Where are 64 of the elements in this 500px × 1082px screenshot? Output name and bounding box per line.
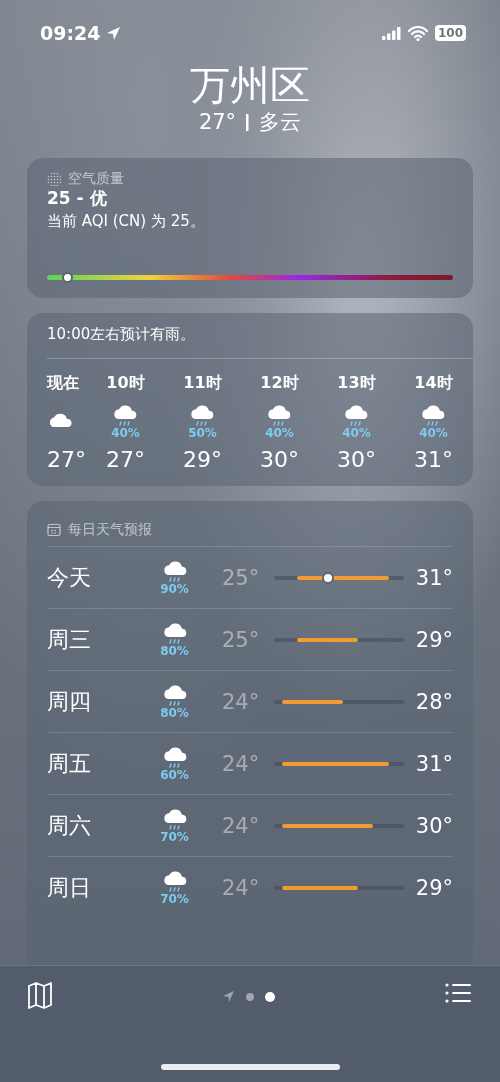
low-temperature: 25° <box>222 627 261 652</box>
page-dot[interactable] <box>246 992 254 1001</box>
page-dot[interactable] <box>265 991 275 1002</box>
high-temperature: 29° <box>415 627 453 652</box>
hour-temperature: 31° <box>414 447 453 472</box>
hour-temperature: 27° <box>47 447 86 472</box>
aqi-value: 25 - 优 <box>47 188 108 208</box>
map-icon[interactable] <box>28 982 52 1009</box>
day-label: 周日 <box>47 873 92 902</box>
hour-temperature: 30° <box>260 447 299 472</box>
card-title: 每日天气预报 <box>68 520 152 539</box>
high-temperature: 31° <box>415 565 453 590</box>
signal-icon <box>381 26 401 40</box>
precipitation-chance: 70% <box>160 830 189 844</box>
temperature-range-bar <box>281 699 343 704</box>
hour-label: 10时 <box>106 373 145 394</box>
day-label: 今天 <box>47 563 92 592</box>
separator-icon <box>246 113 250 131</box>
low-temperature: 24° <box>222 813 261 838</box>
status-time: 09:24 <box>40 22 101 44</box>
precipitation-chance: 40% <box>265 425 294 440</box>
hour-label: 14时 <box>414 373 453 394</box>
location-arrow-icon[interactable] <box>222 990 235 1003</box>
day-label: 周四 <box>47 687 92 716</box>
precipitation-chance: 50% <box>188 425 217 440</box>
precipitation-chance: 40% <box>419 425 448 440</box>
hour-temperature: 29° <box>183 447 222 472</box>
high-temperature: 28° <box>415 689 453 714</box>
precipitation-chance: 80% <box>160 644 189 658</box>
current-temperature: 27° <box>198 110 237 134</box>
precipitation-chance: 40% <box>342 425 371 440</box>
low-temperature: 25° <box>222 565 261 590</box>
dotted-circle-icon <box>47 172 61 186</box>
day-label: 周六 <box>47 811 92 840</box>
high-temperature: 30° <box>415 813 453 838</box>
day-label: 周三 <box>47 625 92 654</box>
card-title: 空气质量 <box>68 170 124 188</box>
hour-label: 11时 <box>183 373 222 394</box>
list-icon[interactable] <box>445 982 472 1004</box>
low-temperature: 24° <box>222 751 261 776</box>
hour-label: 12时 <box>260 373 299 394</box>
precipitation-chance: 90% <box>160 582 189 596</box>
forecast-summary: 10:00左右预计有雨。 <box>47 325 473 359</box>
hour-temperature: 30° <box>337 447 376 472</box>
hour-label: 13时 <box>337 373 376 394</box>
aqi-description: 当前 AQI (CN) 为 25。 <box>47 212 206 231</box>
precipitation-chance: 70% <box>160 892 189 906</box>
hour-temperature: 27° <box>106 447 145 472</box>
low-temperature: 24° <box>222 689 261 714</box>
wifi-icon <box>407 25 428 41</box>
hour-label: 现在 <box>47 373 79 394</box>
precipitation-chance: 80% <box>160 706 189 720</box>
city-name: 万州区 <box>190 62 310 108</box>
low-temperature: 24° <box>222 875 261 900</box>
day-label: 周五 <box>47 749 92 778</box>
precipitation-chance: 40% <box>111 425 140 440</box>
weather-condition: 多云 <box>259 109 302 136</box>
precipitation-chance: 60% <box>160 768 189 782</box>
location-arrow-icon <box>106 25 122 41</box>
battery-indicator: 100 <box>434 25 466 41</box>
calendar-icon <box>47 522 61 537</box>
high-temperature: 29° <box>415 875 453 900</box>
temperature-range-bar <box>296 637 359 642</box>
high-temperature: 31° <box>415 751 453 776</box>
